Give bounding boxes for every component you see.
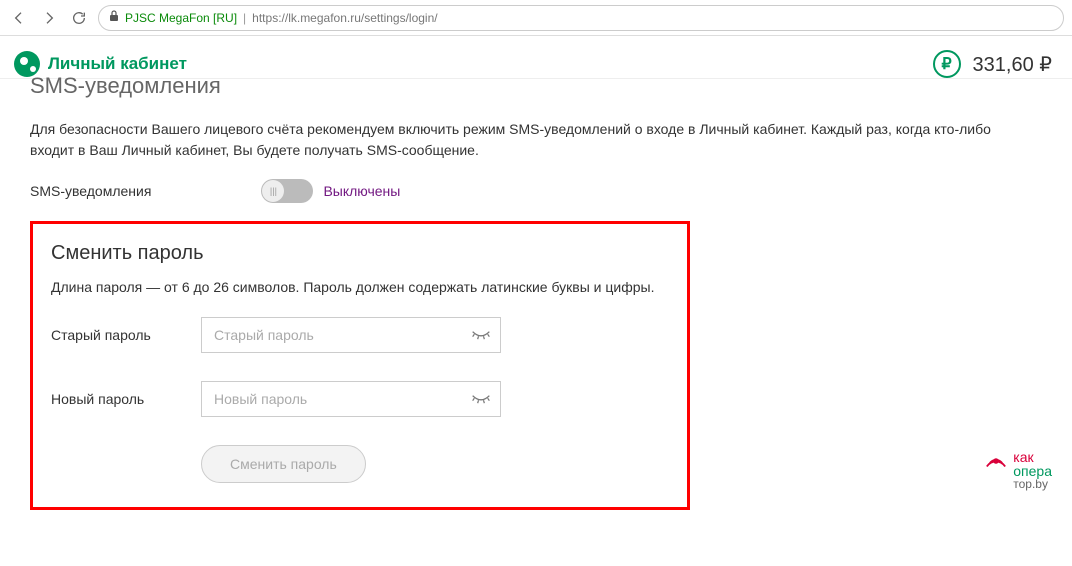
sms-toggle-status: Выключены — [323, 183, 400, 199]
old-password-row: Старый пароль — [51, 317, 669, 353]
lock-icon — [109, 10, 119, 25]
watermark-line3: тор.by — [1013, 478, 1052, 490]
address-bar[interactable]: PJSC MegaFon [RU] | https://lk.megafon.r… — [98, 5, 1064, 31]
toggle-visibility-icon[interactable] — [471, 327, 491, 343]
watermark-icon — [985, 450, 1007, 474]
cert-name: PJSC MegaFon [RU] — [125, 11, 237, 25]
sms-toggle-label: SMS-уведомления — [30, 183, 151, 199]
browser-toolbar: PJSC MegaFon [RU] | https://lk.megafon.r… — [0, 0, 1072, 36]
forward-button[interactable] — [38, 7, 60, 29]
watermark: как опера тор.by — [985, 450, 1052, 490]
sms-description: Для безопасности Вашего лицевого счёта р… — [30, 119, 1020, 161]
new-password-input[interactable] — [201, 381, 501, 417]
watermark-line1: как — [1013, 450, 1052, 464]
sms-section-title: SMS-уведомления — [30, 73, 1042, 99]
watermark-line2: опера — [1013, 464, 1052, 478]
change-password-section: Сменить пароль Длина пароля — от 6 до 26… — [30, 221, 690, 510]
password-description: Длина пароля — от 6 до 26 символов. Паро… — [51, 279, 669, 295]
change-password-button[interactable]: Сменить пароль — [201, 445, 366, 483]
new-password-label: Новый пароль — [51, 391, 201, 407]
toggle-visibility-icon[interactable] — [471, 391, 491, 407]
sms-toggle[interactable]: ||| — [261, 179, 313, 203]
old-password-label: Старый пароль — [51, 327, 201, 343]
toggle-knob: ||| — [262, 180, 284, 202]
password-section-title: Сменить пароль — [51, 242, 669, 265]
back-button[interactable] — [8, 7, 30, 29]
main-content: SMS-уведомления Для безопасности Вашего … — [0, 78, 1072, 530]
reload-button[interactable] — [68, 7, 90, 29]
sms-toggle-row: SMS-уведомления ||| Выключены — [30, 179, 1042, 203]
url-text: https://lk.megafon.ru/settings/login/ — [252, 11, 437, 25]
brand-title: Личный кабинет — [48, 54, 187, 74]
separator: | — [243, 11, 246, 25]
new-password-row: Новый пароль — [51, 381, 669, 417]
old-password-input[interactable] — [201, 317, 501, 353]
